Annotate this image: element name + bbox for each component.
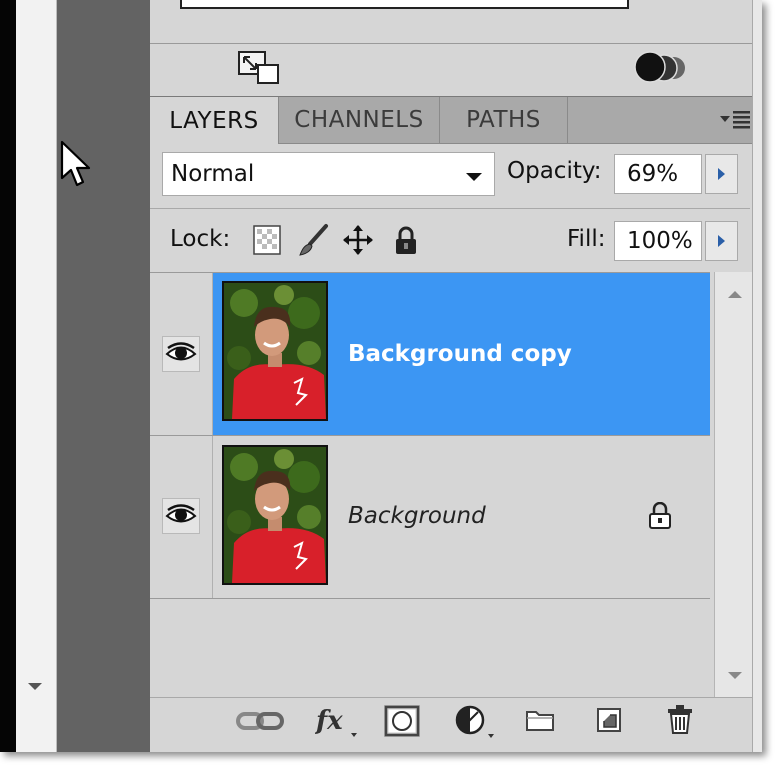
circles-icon[interactable] xyxy=(630,51,688,89)
divider xyxy=(150,208,750,209)
layer-mask-icon[interactable] xyxy=(383,704,421,741)
adjustment-layer-icon[interactable] xyxy=(454,704,498,744)
layer-row-background[interactable]: Background xyxy=(150,436,710,599)
dock-column xyxy=(57,0,150,752)
blend-mode-dropdown[interactable]: Normal xyxy=(162,152,495,196)
tab-paths[interactable]: PATHS xyxy=(440,97,568,143)
panel-menu-icon[interactable] xyxy=(718,107,752,135)
navigator-preview xyxy=(180,0,629,9)
lock-label: Lock: xyxy=(170,226,231,252)
fill-input[interactable]: 100% xyxy=(614,221,702,261)
lock-pixels-brush-icon[interactable] xyxy=(298,223,330,261)
opacity-label: Opacity: xyxy=(507,158,602,184)
lock-position-move-icon[interactable] xyxy=(342,224,374,260)
visibility-column xyxy=(150,436,213,598)
svg-text:fx: fx xyxy=(315,706,343,736)
fill-label: Fill: xyxy=(567,226,606,252)
layer-thumbnail[interactable] xyxy=(222,445,328,585)
lock-all-icon[interactable] xyxy=(393,226,419,260)
divider xyxy=(150,43,762,44)
mouse-cursor-icon xyxy=(60,140,94,194)
eye-icon[interactable] xyxy=(162,498,200,534)
app-window: LAYERS CHANNELS PATHS Normal Opacity: 69… xyxy=(0,0,762,752)
canvas-edge xyxy=(0,0,16,752)
layers-panel: LAYERS CHANNELS PATHS Normal Opacity: 69… xyxy=(150,0,762,752)
layers-scrollbar[interactable] xyxy=(714,272,755,697)
eye-icon[interactable] xyxy=(162,336,200,372)
scroll-down-arrow[interactable] xyxy=(28,683,42,690)
fill-slider-button[interactable] xyxy=(705,221,738,261)
link-icon[interactable] xyxy=(236,710,284,736)
tab-layers[interactable]: LAYERS xyxy=(150,97,279,144)
lock-icon xyxy=(648,501,672,534)
panel-bottom-toolbar: fx xyxy=(150,697,762,752)
layer-name[interactable]: Background copy xyxy=(348,341,572,367)
side-pane xyxy=(16,0,57,752)
layers-list: Background copy Background xyxy=(150,272,710,698)
trash-icon[interactable] xyxy=(665,703,695,739)
tab-channels[interactable]: CHANNELS xyxy=(279,97,440,143)
visibility-column xyxy=(150,273,213,435)
new-layer-icon[interactable] xyxy=(596,707,622,737)
layer-thumbnail[interactable] xyxy=(219,278,331,424)
scroll-down-arrow[interactable] xyxy=(728,672,742,679)
resize-icon[interactable] xyxy=(238,51,280,89)
fx-icon[interactable]: fx xyxy=(314,703,359,743)
lock-transparent-icon[interactable] xyxy=(253,225,281,259)
layer-row-background-copy[interactable]: Background copy xyxy=(150,273,710,436)
folder-icon[interactable] xyxy=(525,708,555,736)
opacity-slider-button[interactable] xyxy=(705,154,738,194)
chevron-down-icon xyxy=(466,173,482,181)
panel-tabs: LAYERS CHANNELS PATHS xyxy=(150,96,762,144)
blend-mode-value: Normal xyxy=(171,161,255,187)
scroll-up-arrow[interactable] xyxy=(728,291,742,298)
window-edge xyxy=(752,0,762,752)
layer-name[interactable]: Background xyxy=(348,503,486,529)
opacity-input[interactable]: 69% xyxy=(614,154,702,194)
